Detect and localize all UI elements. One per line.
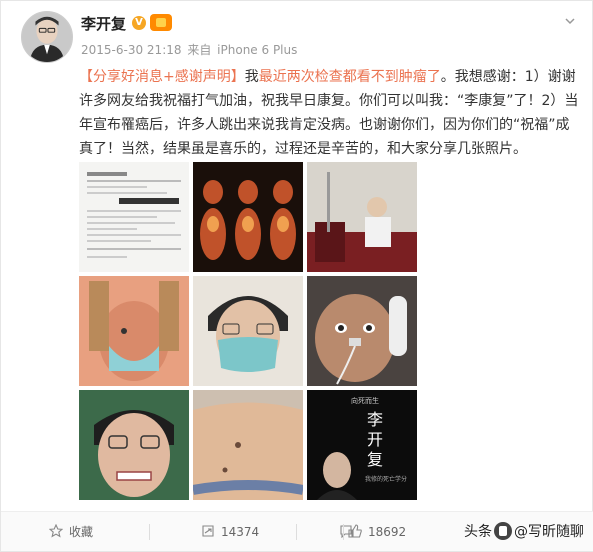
action-divider <box>149 524 150 540</box>
repost-icon <box>202 525 214 537</box>
post-date[interactable]: 2015-6-30 21:18 <box>81 43 182 57</box>
photo-nasal-tube[interactable] <box>307 276 417 386</box>
star-icon <box>49 524 63 538</box>
photo-radiation-mask[interactable] <box>79 276 189 386</box>
camera-icon <box>494 522 512 540</box>
author-name[interactable]: 李开复 <box>81 13 126 34</box>
post-source-device[interactable]: iPhone 6 Plus <box>217 43 297 57</box>
member-badge-icon <box>150 14 172 31</box>
photo-abdomen[interactable] <box>193 390 303 500</box>
post-meta: 2015-6-30 21:18 来自 iPhone 6 Plus <box>81 41 299 58</box>
post-text: 【分享好消息+感谢声明】我最近两次检查都看不到肿瘤了。我想感谢：1）谢谢许多网友… <box>79 65 579 161</box>
photo-medical-report[interactable] <box>79 162 189 272</box>
photo-face-mask-selfie[interactable] <box>193 276 303 386</box>
book-small-text: 向死而生 <box>351 397 379 405</box>
book-title-char: 复 <box>367 450 384 469</box>
book-side-text: 我修的死亡学分 <box>365 476 408 483</box>
post-text-intro: 我 <box>244 69 259 85</box>
verified-badge-icon: V <box>132 16 146 30</box>
repost-button[interactable]: 14374 <box>201 512 259 552</box>
photo-book-cover[interactable]: 向死而生 李 开 复 我修的死亡学分 <box>307 390 417 500</box>
favorite-button[interactable]: 收藏 <box>49 512 93 552</box>
action-divider <box>296 524 297 540</box>
watermark-prefix: 头条 <box>464 524 492 540</box>
toutiao-watermark: 头条 @写昕随聊 <box>464 521 584 541</box>
photo-hospital-room[interactable] <box>307 162 417 272</box>
post-source-prefix: 来自 <box>187 43 212 57</box>
photo-grimace-face[interactable] <box>79 390 189 500</box>
weibo-post-card: 李开复 V 2015-6-30 21:18 来自 iPhone 6 Plus 【… <box>0 0 593 552</box>
watermark-suffix: @写昕随聊 <box>514 524 584 540</box>
repost-count: 14374 <box>221 525 260 539</box>
chevron-down-icon[interactable] <box>564 15 576 27</box>
topic-link[interactable]: 【分享好消息+感谢声明】 <box>79 69 245 85</box>
post-text-highlight: 最近两次检查都看不到肿瘤了 <box>258 69 441 85</box>
author-avatar[interactable] <box>21 11 73 63</box>
action-divider <box>343 524 344 540</box>
thumbs-up-icon <box>348 524 362 538</box>
photo-pet-scans[interactable] <box>193 162 303 272</box>
favorite-label: 收藏 <box>69 525 94 539</box>
like-button[interactable]: 18692 <box>348 512 406 552</box>
like-count: 18692 <box>368 525 407 539</box>
